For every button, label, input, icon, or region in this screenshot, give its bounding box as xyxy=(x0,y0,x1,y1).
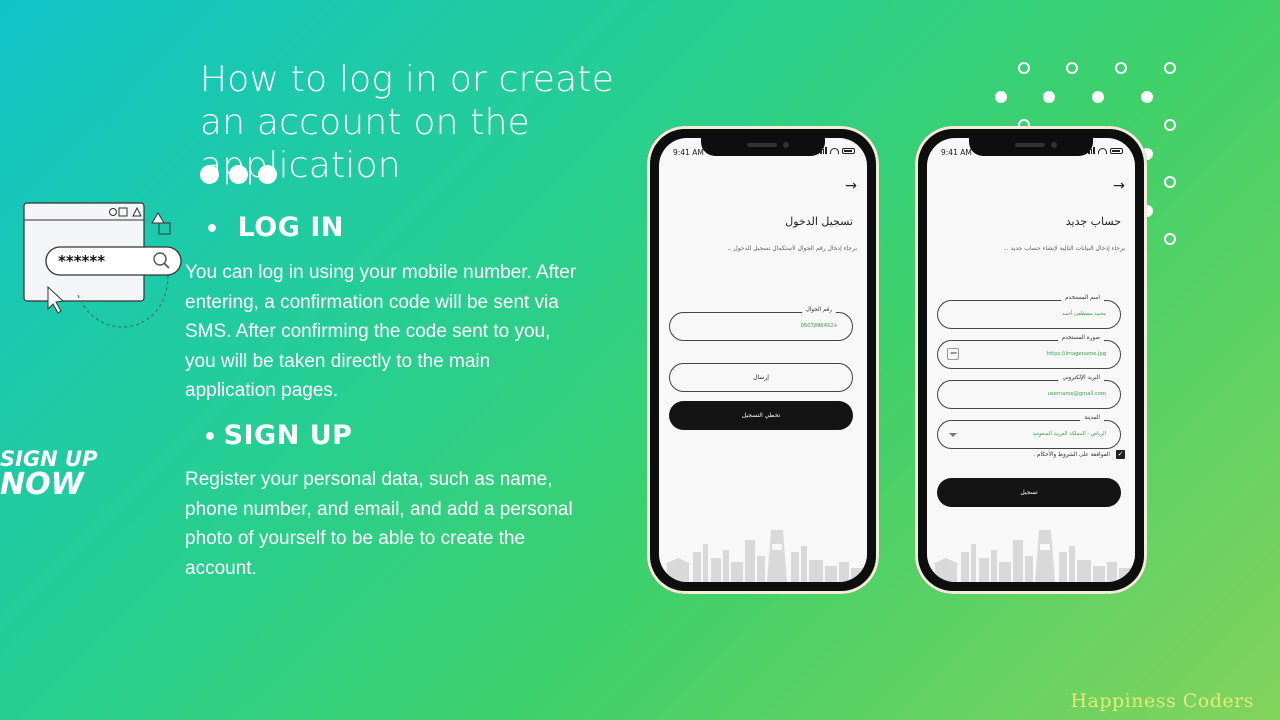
city-skyline-illustration xyxy=(665,530,865,582)
phone-notch xyxy=(701,138,825,156)
send-button[interactable]: إرسال xyxy=(669,363,853,392)
wifi-icon xyxy=(1098,147,1107,154)
signup-now-logo: SIGN UP NOW xyxy=(0,447,98,498)
brand-watermark: Happiness Coders xyxy=(1070,690,1254,712)
dots-decoration xyxy=(200,165,277,184)
phone-number-value: +0507896452 xyxy=(800,323,838,329)
battery-icon xyxy=(1110,147,1123,154)
back-arrow-icon[interactable]: → xyxy=(845,178,857,194)
image-icon xyxy=(947,348,959,360)
skip-registration-button[interactable]: تخطي التسجيل xyxy=(669,401,853,430)
city-select[interactable]: المدينة الرياض - المملكة العربية السعودي… xyxy=(937,415,1121,449)
battery-icon xyxy=(842,147,855,154)
city-skyline-illustration xyxy=(933,530,1133,582)
register-button[interactable]: تسجيل xyxy=(937,478,1121,507)
email-label: البريد الإلكتروني xyxy=(1058,375,1104,381)
username-field[interactable]: اسم المستخدم محمد مصطفى أحمد xyxy=(937,295,1121,329)
username-label: اسم المستخدم xyxy=(1061,295,1104,301)
status-time: 9:41 AM xyxy=(941,148,972,157)
phone-number-label: رقم الجوال xyxy=(801,307,836,313)
email-field[interactable]: البريد الإلكتروني username@gmail.com xyxy=(937,375,1121,409)
signup-subtitle: برجاء إدخال البيانات التالية لإنشاء حساب… xyxy=(1004,245,1125,252)
svg-text:NOW: NOW xyxy=(0,467,86,498)
login-screen: 9:41 AM → تسجيل الدخول برجاء إدخال رقم ا… xyxy=(659,138,867,582)
phone-notch xyxy=(969,138,1093,156)
password-browser-illustration: ****** xyxy=(23,202,182,328)
user-photo-value: https://imagename.jpg xyxy=(1046,351,1106,357)
signup-heading: • SIGN UP xyxy=(203,420,353,451)
back-arrow-icon[interactable]: → xyxy=(1113,178,1125,194)
username-value: محمد مصطفى أحمد xyxy=(1062,311,1106,317)
password-mask: ****** xyxy=(58,252,105,270)
signup-screen: 9:41 AM → حساب جديد برجاء إدخال البيانات… xyxy=(927,138,1135,582)
user-photo-field[interactable]: صورة المستخدم https://imagename.jpg xyxy=(937,335,1121,369)
terms-label: الموافقة على الشروط والأحكام . xyxy=(1033,451,1110,458)
phone-number-field[interactable]: رقم الجوال +0507896452 xyxy=(669,307,853,341)
city-value: الرياض - المملكة العربية السعودية xyxy=(1032,431,1106,437)
login-title: تسجيل الدخول xyxy=(785,215,853,228)
city-label: المدينة xyxy=(1080,415,1104,421)
chevron-down-icon xyxy=(949,433,957,437)
user-photo-label: صورة المستخدم xyxy=(1057,335,1104,341)
phone-login-mockup: 9:41 AM → تسجيل الدخول برجاء إدخال رقم ا… xyxy=(647,126,879,594)
checkmark-icon[interactable]: ✓ xyxy=(1116,450,1125,459)
login-heading: • LOG IN xyxy=(205,212,344,243)
signup-title: حساب جديد xyxy=(1065,215,1121,228)
signup-description: Register your personal data, such as nam… xyxy=(185,469,573,579)
wifi-icon xyxy=(830,147,839,154)
login-description: You can log in using your mobile number.… xyxy=(185,262,577,401)
status-time: 9:41 AM xyxy=(673,148,704,157)
login-subtitle: برجاء إدخال رقم الجوال لاستكمال تسجيل ال… xyxy=(727,245,857,252)
email-value: username@gmail.com xyxy=(1047,391,1106,397)
phone-signup-mockup: 9:41 AM → حساب جديد برجاء إدخال البيانات… xyxy=(915,126,1147,594)
terms-checkbox[interactable]: ✓ الموافقة على الشروط والأحكام . xyxy=(1033,450,1125,459)
